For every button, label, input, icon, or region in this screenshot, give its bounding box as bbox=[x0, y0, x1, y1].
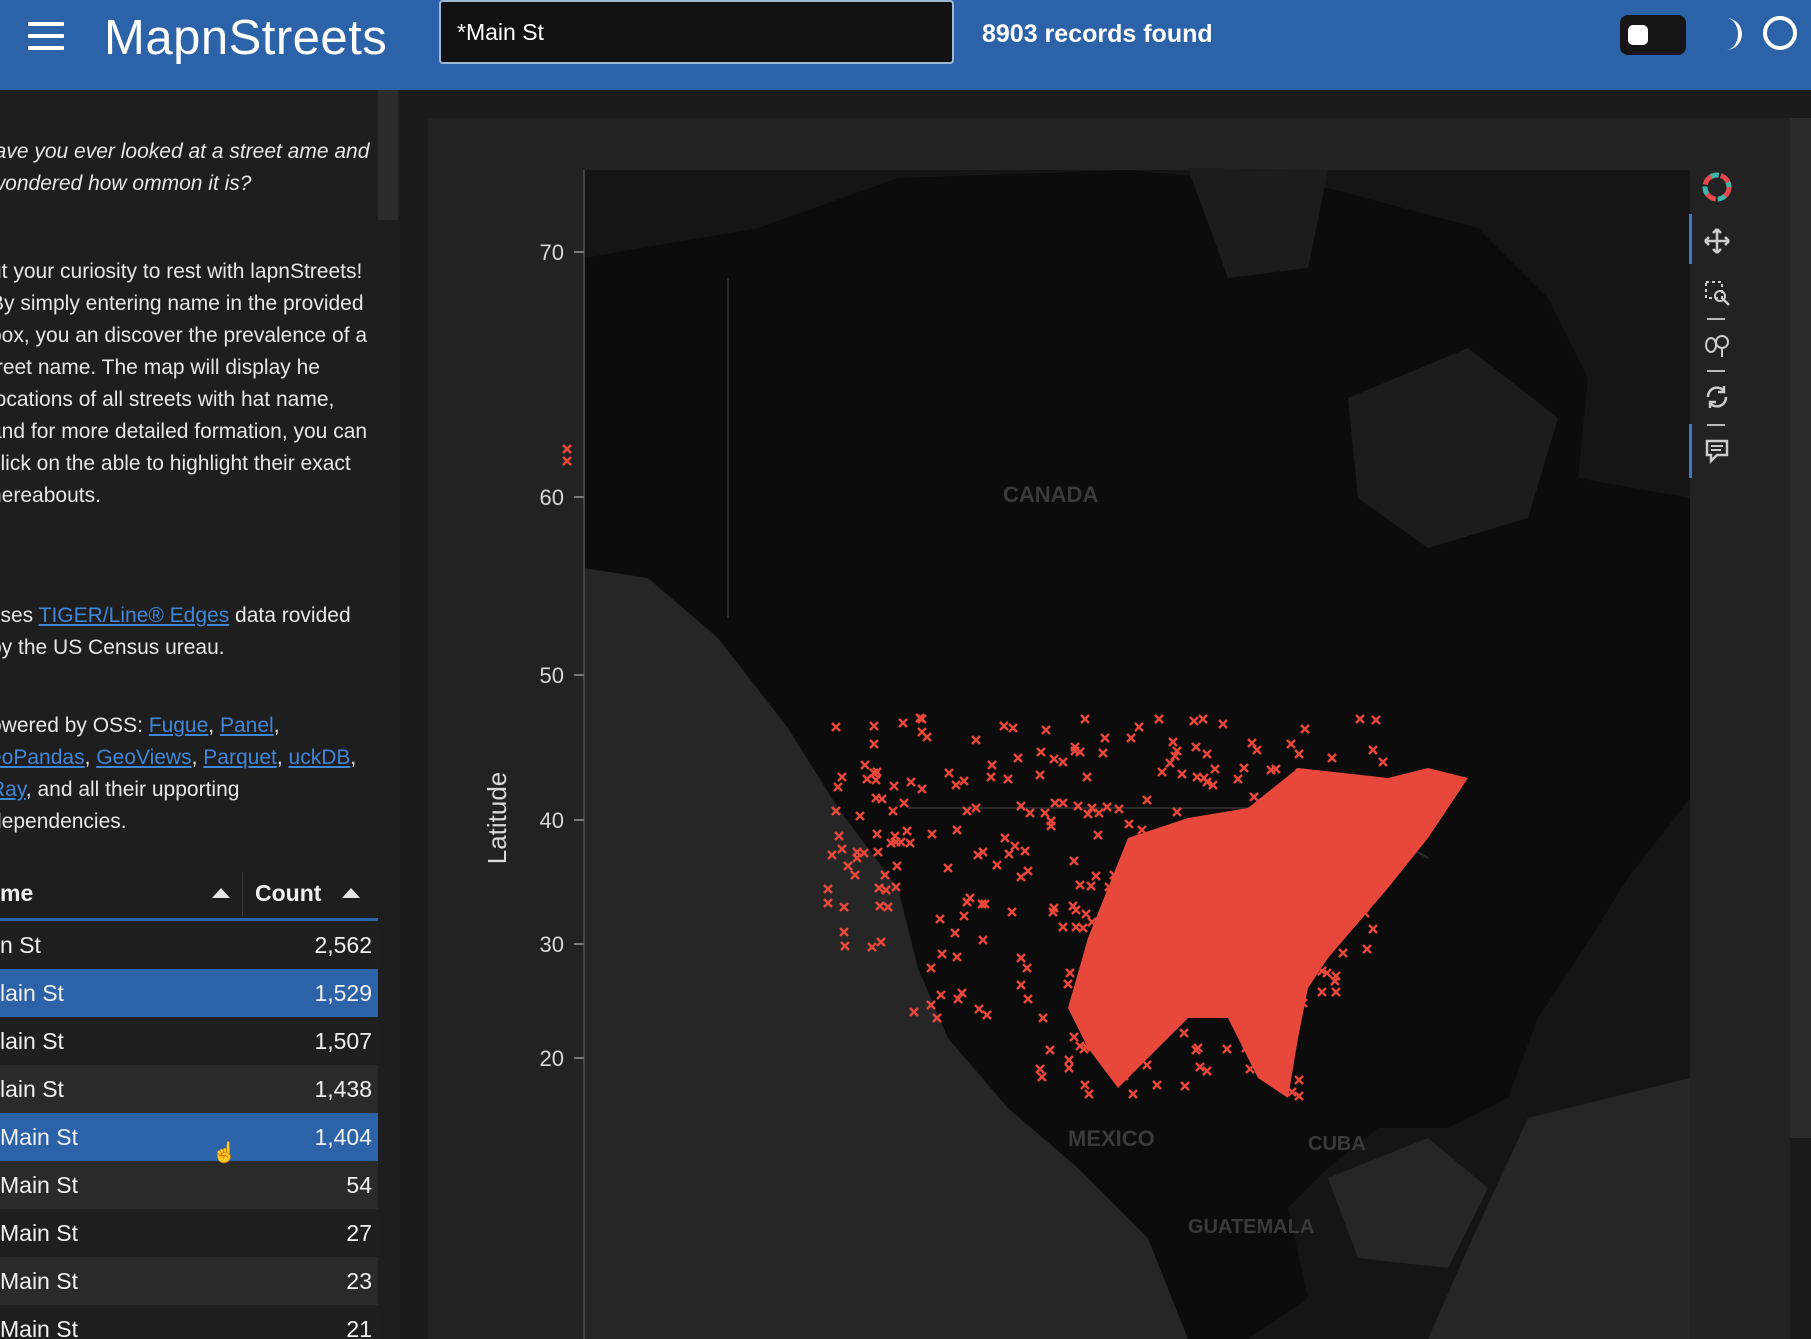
count-cell: 2,562 bbox=[314, 932, 372, 958]
street-name-cell: Main St bbox=[0, 1268, 78, 1294]
street-name-cell: lain St bbox=[0, 980, 64, 1006]
map-panel: CANADA MEXICO CUBA GUATEMALA 70 60 50 40 30 2… bbox=[428, 118, 1790, 1339]
sidebar-powered-by: owered by OSS: Fugue, Panel, eoPandas, G… bbox=[0, 710, 370, 838]
street-name-cell: lain St bbox=[0, 1076, 64, 1102]
toolbar-divider bbox=[1707, 424, 1725, 426]
duckdb-link[interactable]: uckDB bbox=[289, 746, 351, 769]
map-plot[interactable]: CANADA MEXICO CUBA GUATEMALA 70 60 50 40 30 2… bbox=[428, 118, 1790, 1339]
y-axis-label: Latitude bbox=[482, 772, 512, 865]
app-header: MapnStreets 8903 records found bbox=[0, 0, 1811, 90]
panel-link[interactable]: Panel bbox=[220, 714, 274, 737]
hover-icon[interactable] bbox=[1702, 436, 1732, 466]
moon-icon[interactable] bbox=[1712, 14, 1752, 54]
street-name-cell: Main St bbox=[0, 1124, 78, 1150]
map-label-canada: CANADA bbox=[1003, 482, 1098, 507]
y-tick-label: 70 bbox=[540, 240, 564, 265]
map-label-cuba: CUBA bbox=[1308, 1133, 1366, 1155]
street-name-cell: Main St bbox=[0, 1220, 78, 1246]
sidebar-scrollbar[interactable] bbox=[378, 90, 398, 220]
count-cell: 21 bbox=[346, 1316, 372, 1339]
count-cell: 1,529 bbox=[314, 980, 372, 1006]
y-axis-ticks: 70 60 50 40 30 20 bbox=[540, 240, 584, 1071]
powered-prefix: owered by OSS: bbox=[0, 714, 149, 737]
column-header-name[interactable]: me bbox=[0, 880, 33, 907]
source-prefix: Jses bbox=[0, 604, 34, 627]
table-row[interactable]: Main St 1,404 bbox=[0, 1113, 378, 1161]
geoviews-link[interactable]: GeoViews bbox=[96, 746, 191, 769]
street-name-cell: n St bbox=[0, 932, 41, 958]
ray-link[interactable]: Ray bbox=[0, 778, 26, 801]
toolbar-divider bbox=[1707, 370, 1725, 372]
circle-icon[interactable] bbox=[1763, 16, 1797, 50]
count-cell: 1,507 bbox=[314, 1028, 372, 1054]
sidebar-intro: lave you ever looked at a street ame and… bbox=[0, 140, 370, 195]
table-row[interactable]: lain St 1,438 bbox=[0, 1065, 378, 1113]
table-row[interactable]: Main St 21 bbox=[0, 1305, 378, 1339]
sidebar-source: Jses TIGER/Line® Edges data rovided by t… bbox=[0, 600, 370, 664]
street-name-cell: lain St bbox=[0, 1028, 64, 1054]
y-tick-label: 30 bbox=[540, 932, 564, 957]
box-zoom-icon[interactable] bbox=[1702, 278, 1732, 308]
street-marker bbox=[562, 456, 572, 466]
y-tick-label: 40 bbox=[540, 808, 564, 833]
search-input[interactable] bbox=[455, 16, 939, 48]
map-scrollbar[interactable] bbox=[1790, 118, 1811, 1138]
sidebar: lave you ever looked at a street ame and… bbox=[0, 90, 400, 1339]
street-name-cell: Main St bbox=[0, 1172, 78, 1198]
menu-icon[interactable] bbox=[28, 22, 64, 50]
geopandas-link[interactable]: eoPandas bbox=[0, 746, 85, 769]
count-cell: 1,438 bbox=[314, 1076, 372, 1102]
records-count: 8903 records found bbox=[982, 20, 1213, 48]
count-cell: 1,404 bbox=[314, 1124, 372, 1150]
app-title: MapnStreets bbox=[104, 11, 388, 65]
column-header-count[interactable]: Count bbox=[255, 880, 321, 907]
table-row[interactable]: lain St 1,507 bbox=[0, 1017, 378, 1065]
table-body: n St 2,562 lain St 1,529 lain St 1,507 lain St… bbox=[0, 921, 378, 1339]
street-marker bbox=[562, 444, 572, 454]
map-label-guatemala: GUATEMALA bbox=[1188, 1216, 1314, 1238]
wheel-zoom-icon[interactable] bbox=[1702, 330, 1732, 360]
toolbar-active-indicator bbox=[1689, 424, 1692, 478]
toolbar-divider bbox=[1707, 318, 1725, 320]
table-row[interactable]: Main St 27 bbox=[0, 1209, 378, 1257]
toggle-knob bbox=[1628, 25, 1648, 45]
y-tick-label: 50 bbox=[540, 663, 564, 688]
bokeh-logo-icon[interactable] bbox=[1702, 172, 1732, 202]
count-cell: 23 bbox=[346, 1268, 372, 1294]
street-table: me Count n St 2,562 lain St 1,529 lain St 1,5… bbox=[0, 870, 378, 1339]
pointer-cursor-icon: ☝ bbox=[212, 1142, 237, 1164]
y-tick-label: 20 bbox=[540, 1046, 564, 1071]
count-cell: 54 bbox=[346, 1172, 372, 1198]
search-box[interactable] bbox=[439, 0, 954, 64]
tiger-line-link[interactable]: TIGER/Line® Edges bbox=[39, 604, 230, 627]
table-row[interactable]: n St 2,562 bbox=[0, 921, 378, 969]
powered-suffix: , and all their upporting dependencies. bbox=[0, 778, 240, 833]
toolbar-active-indicator bbox=[1689, 214, 1692, 264]
pan-icon[interactable] bbox=[1702, 226, 1732, 256]
table-header: me Count bbox=[0, 870, 378, 921]
table-row[interactable]: Main St 54 bbox=[0, 1161, 378, 1209]
sort-arrow-icon[interactable] bbox=[342, 888, 360, 898]
y-tick-label: 60 bbox=[540, 485, 564, 510]
parquet-link[interactable]: Parquet bbox=[203, 746, 277, 769]
theme-toggle[interactable] bbox=[1620, 15, 1686, 55]
table-row[interactable]: lain St 1,529 bbox=[0, 969, 378, 1017]
table-row[interactable]: Main St 23 bbox=[0, 1257, 378, 1305]
count-cell: 27 bbox=[346, 1220, 372, 1246]
street-name-cell: Main St bbox=[0, 1316, 78, 1339]
sort-arrow-icon[interactable] bbox=[212, 888, 230, 898]
fugue-link[interactable]: Fugue bbox=[149, 714, 209, 737]
sidebar-description: ut your curiosity to rest with lapnStree… bbox=[0, 260, 368, 507]
reset-icon[interactable] bbox=[1702, 382, 1732, 412]
column-divider bbox=[242, 872, 243, 916]
map-label-mexico: MEXICO bbox=[1068, 1126, 1155, 1151]
